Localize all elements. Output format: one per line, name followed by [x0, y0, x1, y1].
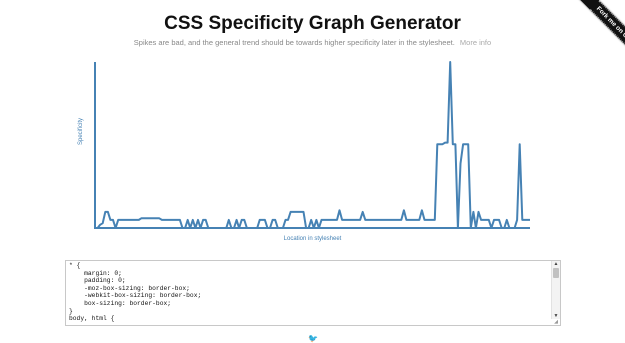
scroll-thumb[interactable]	[553, 268, 559, 278]
more-info-link[interactable]: More info	[460, 38, 491, 47]
page-subtitle: Spikes are bad, and the general trend sh…	[0, 38, 625, 47]
github-ribbon[interactable]: Fork me on GitHub	[555, 0, 625, 70]
subtitle-text: Spikes are bad, and the general trend sh…	[133, 38, 455, 47]
css-code-editor[interactable]: * { margin: 0; padding: 0; -moz-box-sizi…	[65, 260, 561, 326]
resize-handle-icon[interactable]: ◢	[552, 319, 560, 325]
specificity-chart-svg	[94, 61, 530, 229]
specificity-series-line	[95, 61, 530, 229]
fork-me-ribbon[interactable]: Fork me on GitHub	[574, 0, 625, 70]
page-title: CSS Specificity Graph Generator	[164, 13, 461, 34]
specificity-graph	[75, 58, 540, 248]
x-axis-label: Location in stylesheet	[283, 236, 342, 242]
editor-scrollbar[interactable]: ▲ ▼	[551, 261, 560, 319]
scroll-up-arrow-icon[interactable]: ▲	[552, 261, 560, 267]
y-axis-label: Specificity	[78, 117, 84, 145]
code-text[interactable]: * { margin: 0; padding: 0; -moz-box-sizi…	[66, 261, 560, 324]
ribbon-label[interactable]: Fork me on GitHub	[589, 0, 625, 57]
